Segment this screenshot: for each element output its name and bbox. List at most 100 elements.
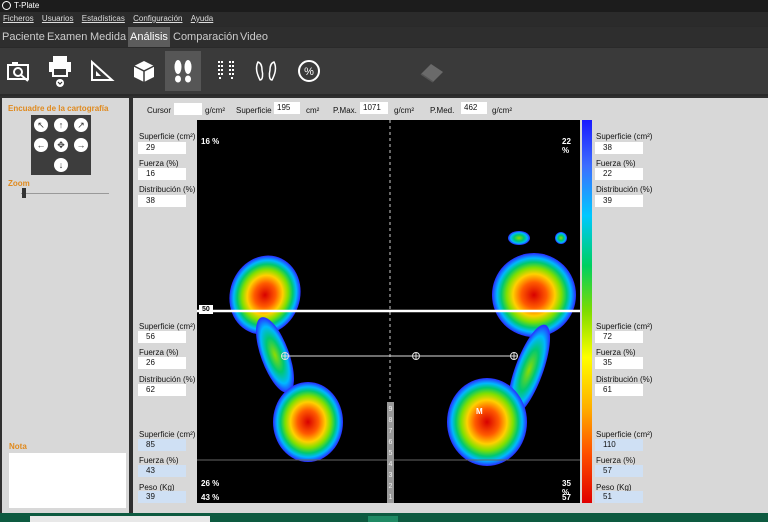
taskbar-item[interactable] [368,516,398,522]
feet-grid-icon[interactable] [208,51,244,91]
cursor-label: Cursor [147,106,172,115]
right-total-fuerza-value: 57 [595,465,643,477]
pct-mid-left: 26 % [201,479,220,488]
pan-center-icon[interactable]: ✥ [54,138,68,152]
pan-down-icon[interactable]: ↓ [54,158,68,172]
left-total-superficie-value: 85 [138,439,186,451]
tab-video[interactable]: Video [238,27,270,47]
feet-icon[interactable] [165,51,201,91]
left-total-fuerza-label: Fuerza (%) [139,456,179,465]
pressure-color-scale [582,120,592,503]
pct-top-left: 16 % [201,137,220,146]
tab-paciente[interactable]: Paciente [0,27,47,47]
zoom-slider-track[interactable] [21,193,109,194]
scale-digit: 7 [388,428,393,435]
left-top-distribucion-value: 38 [138,195,186,207]
pmed-label: P.Med. [430,106,455,115]
right-total-peso-value: 51 [595,491,643,503]
superficie-label: Superficie [236,106,272,115]
superficie-unit: cm² [306,106,320,115]
left-mid-distribucion-label: Distribución (%) [139,375,196,384]
pct-top-right: 22 % [562,137,571,155]
pmax-unit: g/cm² [394,106,414,115]
eraser-icon[interactable] [414,51,450,91]
scale-digit: 9 [388,406,393,413]
taskbar-item[interactable] [30,516,210,522]
nota-label: Nota [9,442,27,451]
pan-control: ↖ ↑ ↗ ← ✥ → ↓ [31,115,91,175]
right-total-fuerza-label: Fuerza (%) [596,456,636,465]
tab-comparacion[interactable]: Comparación [171,27,240,47]
left-top-distribucion-label: Distribución (%) [139,185,196,194]
left-total-superficie-label: Superficie (cm²) [139,430,196,439]
right-mid-fuerza-label: Fuerza (%) [596,348,636,357]
pct-bot-left: 43 % [201,493,220,502]
taskbar [0,513,768,522]
tab-examen[interactable]: Examen [45,27,89,47]
svg-text:%: % [304,66,314,78]
scale-digit: 4 [388,461,393,468]
menu-configuracion[interactable]: Configuración [133,14,182,23]
scale-digit: 3 [388,472,393,479]
depth-scale: 9 8 7 6 5 4 3 2 1 [387,404,394,503]
right-top-superficie-value: 38 [595,142,643,154]
cursor-field[interactable] [174,103,202,115]
scale-digit: 6 [388,439,393,446]
ruler-triangle-icon[interactable] [84,51,120,91]
left-mid-superficie-label: Superficie (cm²) [139,322,196,331]
pan-up-right-icon[interactable]: ↗ [74,118,88,132]
toolbar: % [0,48,768,94]
left-mid-fuerza-value: 26 [138,357,186,369]
nota-textarea[interactable] [9,453,126,508]
left-mid-superficie-value: 56 [138,331,186,343]
left-mid-distribucion-value: 62 [138,384,186,396]
left-top-superficie-label: Superficie (cm²) [139,132,196,141]
camera-search-icon[interactable] [1,51,37,91]
pmax-field[interactable]: 1071 [360,102,388,114]
divider-label: 50 [199,305,213,314]
percent-icon[interactable]: % [291,51,327,91]
pan-up-left-icon[interactable]: ↖ [34,118,48,132]
left-mid-fuerza-label: Fuerza (%) [139,348,179,357]
right-mid-superficie-label: Superficie (cm²) [596,322,653,331]
right-mid-superficie-value: 72 [595,331,643,343]
menu-bar: Ficheros Usuarios Estadísticas Configura… [0,12,768,26]
scale-digit: 5 [388,450,393,457]
cursor-unit: g/cm² [205,106,225,115]
zoom-label: Zoom [8,179,30,188]
menu-estadisticas[interactable]: Estadísticas [82,14,125,23]
print-icon[interactable] [42,51,78,91]
tab-analisis[interactable]: Análisis [128,27,170,47]
right-total-superficie-label: Superficie (cm²) [596,430,653,439]
feet-contour-icon[interactable] [248,51,284,91]
pmed-field[interactable]: 462 [461,102,487,114]
pan-left-icon[interactable]: ← [34,138,48,152]
right-total-superficie-value: 110 [595,439,643,451]
zoom-slider-thumb[interactable] [22,188,26,198]
title-bar: T-Plate [0,0,768,12]
pan-up-icon[interactable]: ↑ [54,118,68,132]
app-logo-icon [2,1,11,10]
right-mid-fuerza-value: 35 [595,357,643,369]
superficie-field[interactable]: 195 [274,102,300,114]
pmax-label: P.Max. [333,106,357,115]
pan-right-icon[interactable]: → [74,138,88,152]
menu-ficheros[interactable]: Ficheros [3,14,34,23]
right-top-superficie-label: Superficie (cm²) [596,132,653,141]
left-panel: Encuadre de la cartografía ↖ ↑ ↗ ← ✥ → ↓… [2,98,129,513]
max-pressure-marker: M [476,407,483,416]
right-top-distribucion-label: Distribución (%) [596,185,653,194]
right-top-fuerza-value: 22 [595,168,643,180]
menu-ayuda[interactable]: Ayuda [191,14,214,23]
right-mid-distribucion-value: 61 [595,384,643,396]
tab-bar: Paciente Examen Medida Análisis Comparac… [0,27,768,47]
right-top-distribucion-value: 39 [595,195,643,207]
right-mid-distribucion-label: Distribución (%) [596,375,653,384]
scale-digit: 1 [388,494,393,501]
encuadre-title: Encuadre de la cartografía [8,104,109,113]
tab-medida[interactable]: Medida [88,27,128,47]
pressure-map[interactable]: 16 % 22 % 26 % 35 % 43 % 57 % 50 M 9 8 7… [197,120,580,503]
menu-usuarios[interactable]: Usuarios [42,14,74,23]
cube-icon[interactable] [126,51,162,91]
left-total-peso-value: 39 [138,491,186,503]
